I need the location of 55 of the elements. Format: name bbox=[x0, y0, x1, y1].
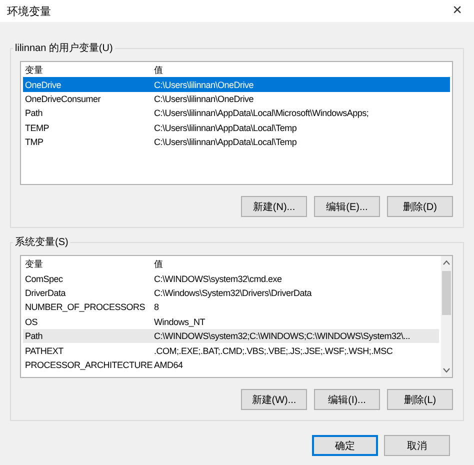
dialog-button[interactable]: 编辑(E)... bbox=[314, 196, 380, 217]
variable-name: Path bbox=[24, 331, 44, 342]
list-row[interactable]: Path C:\WINDOWS\system32;C:\WINDOWS;C:\WINDOWS\System32\... bbox=[23, 328, 439, 344]
scrollbar[interactable] bbox=[441, 256, 452, 377]
variable-name: DriverData bbox=[24, 288, 67, 298]
variable-value: C:\WINDOWS\system32\cmd.exe bbox=[153, 274, 282, 284]
column-header[interactable]: 变量 bbox=[23, 258, 152, 271]
variable-name: OS bbox=[24, 316, 39, 327]
close-button[interactable]: × bbox=[446, 2, 468, 20]
ok-button[interactable]: 确定 bbox=[312, 435, 378, 456]
group-label: lilinnan 的用户变量(U) bbox=[13, 41, 115, 55]
list-row[interactable]: NUMBER_OF_PROCESSORS 8 bbox=[23, 300, 439, 315]
variable-value: C:\Users\lilinnan\AppData\Local\Temp bbox=[153, 122, 297, 133]
variable-name: TEMP bbox=[24, 122, 50, 133]
variable-name: OneDriveConsumer bbox=[24, 94, 102, 104]
list-row[interactable]: Path C:\Users\lilinnan\AppData\Local\Microsoft\WindowsApps; bbox=[23, 106, 450, 121]
list-row[interactable]: TEMP C:\Users\lilinnan\AppData\Local\Temp bbox=[23, 120, 450, 135]
dialog-button[interactable]: 新建(W)... bbox=[241, 389, 307, 410]
variable-value: C:\Users\lilinnan\OneDrive bbox=[153, 80, 254, 90]
group-label: 系统变量(S) bbox=[13, 235, 70, 249]
variable-value: AMD64 bbox=[153, 360, 183, 370]
list-row[interactable]: OS Windows_NT bbox=[23, 314, 439, 329]
dialog-button[interactable]: 新建(N)... bbox=[241, 196, 307, 217]
list-row[interactable]: OneDrive C:\Users\lilinnan\OneDrive bbox=[23, 77, 450, 92]
list-row[interactable]: OneDriveConsumer C:\Users\lilinnan\OneDrive bbox=[23, 92, 450, 106]
list-row[interactable]: PROCESSOR_ARCHITECTURE AMD64 bbox=[23, 358, 439, 372]
variable-value: C:\Users\lilinnan\OneDrive bbox=[153, 94, 254, 104]
variable-value: C:\Windows\System32\Drivers\DriverData bbox=[153, 288, 312, 298]
variable-value: C:\Users\lilinnan\AppData\Local\Temp bbox=[153, 137, 297, 148]
variable-value: Windows_NT bbox=[153, 316, 206, 327]
variable-name: NUMBER_OF_PROCESSORS bbox=[24, 302, 146, 312]
variable-name: TMP bbox=[24, 137, 44, 148]
scroll-down-icon[interactable] bbox=[443, 368, 450, 373]
column-header[interactable]: 值 bbox=[152, 64, 163, 77]
variable-value: C:\Users\lilinnan\AppData\Local\Microsoft\WindowsApps; bbox=[153, 108, 369, 118]
list-row[interactable]: ComSpec C:\WINDOWS\system32\cmd.exe bbox=[23, 271, 439, 286]
scroll-up-icon[interactable] bbox=[443, 260, 450, 265]
column-header[interactable]: 变量 bbox=[23, 64, 152, 77]
cancel-button[interactable]: 取消 bbox=[384, 435, 450, 456]
variable-name: OneDrive bbox=[24, 80, 62, 90]
list-row[interactable]: DriverData C:\Windows\System32\Drivers\DriverData bbox=[23, 286, 439, 300]
variable-name: PATHEXT bbox=[24, 346, 64, 356]
dialog-button[interactable]: 编辑(I)... bbox=[314, 389, 380, 410]
variable-name: PROCESSOR_ARCHITECTURE bbox=[24, 360, 152, 370]
dialog-button[interactable]: 删除(D) bbox=[387, 196, 453, 217]
window-title: 环境变量 bbox=[7, 4, 51, 18]
variable-value: 8 bbox=[153, 302, 159, 312]
variable-value: C:\WINDOWS\system32;C:\WINDOWS;C:\WINDOWS\System32\... bbox=[153, 331, 410, 342]
column-header[interactable]: 值 bbox=[152, 258, 163, 271]
variable-name: ComSpec bbox=[24, 274, 64, 284]
list-row[interactable]: TMP C:\Users\lilinnan\AppData\Local\Temp bbox=[23, 134, 450, 150]
dialog-button[interactable]: 删除(L) bbox=[387, 389, 453, 410]
list-row[interactable]: PATHEXT .COM;.EXE;.BAT;.CMD;.VBS;.VBE;.JS;.JSE;.WSF;.WSH;.MSC bbox=[23, 343, 439, 358]
variable-name: Path bbox=[24, 108, 44, 118]
variable-value: .COM;.EXE;.BAT;.CMD;.VBS;.VBE;.JS;.JSE;.WSF;.WSH;.MSC bbox=[153, 346, 393, 356]
